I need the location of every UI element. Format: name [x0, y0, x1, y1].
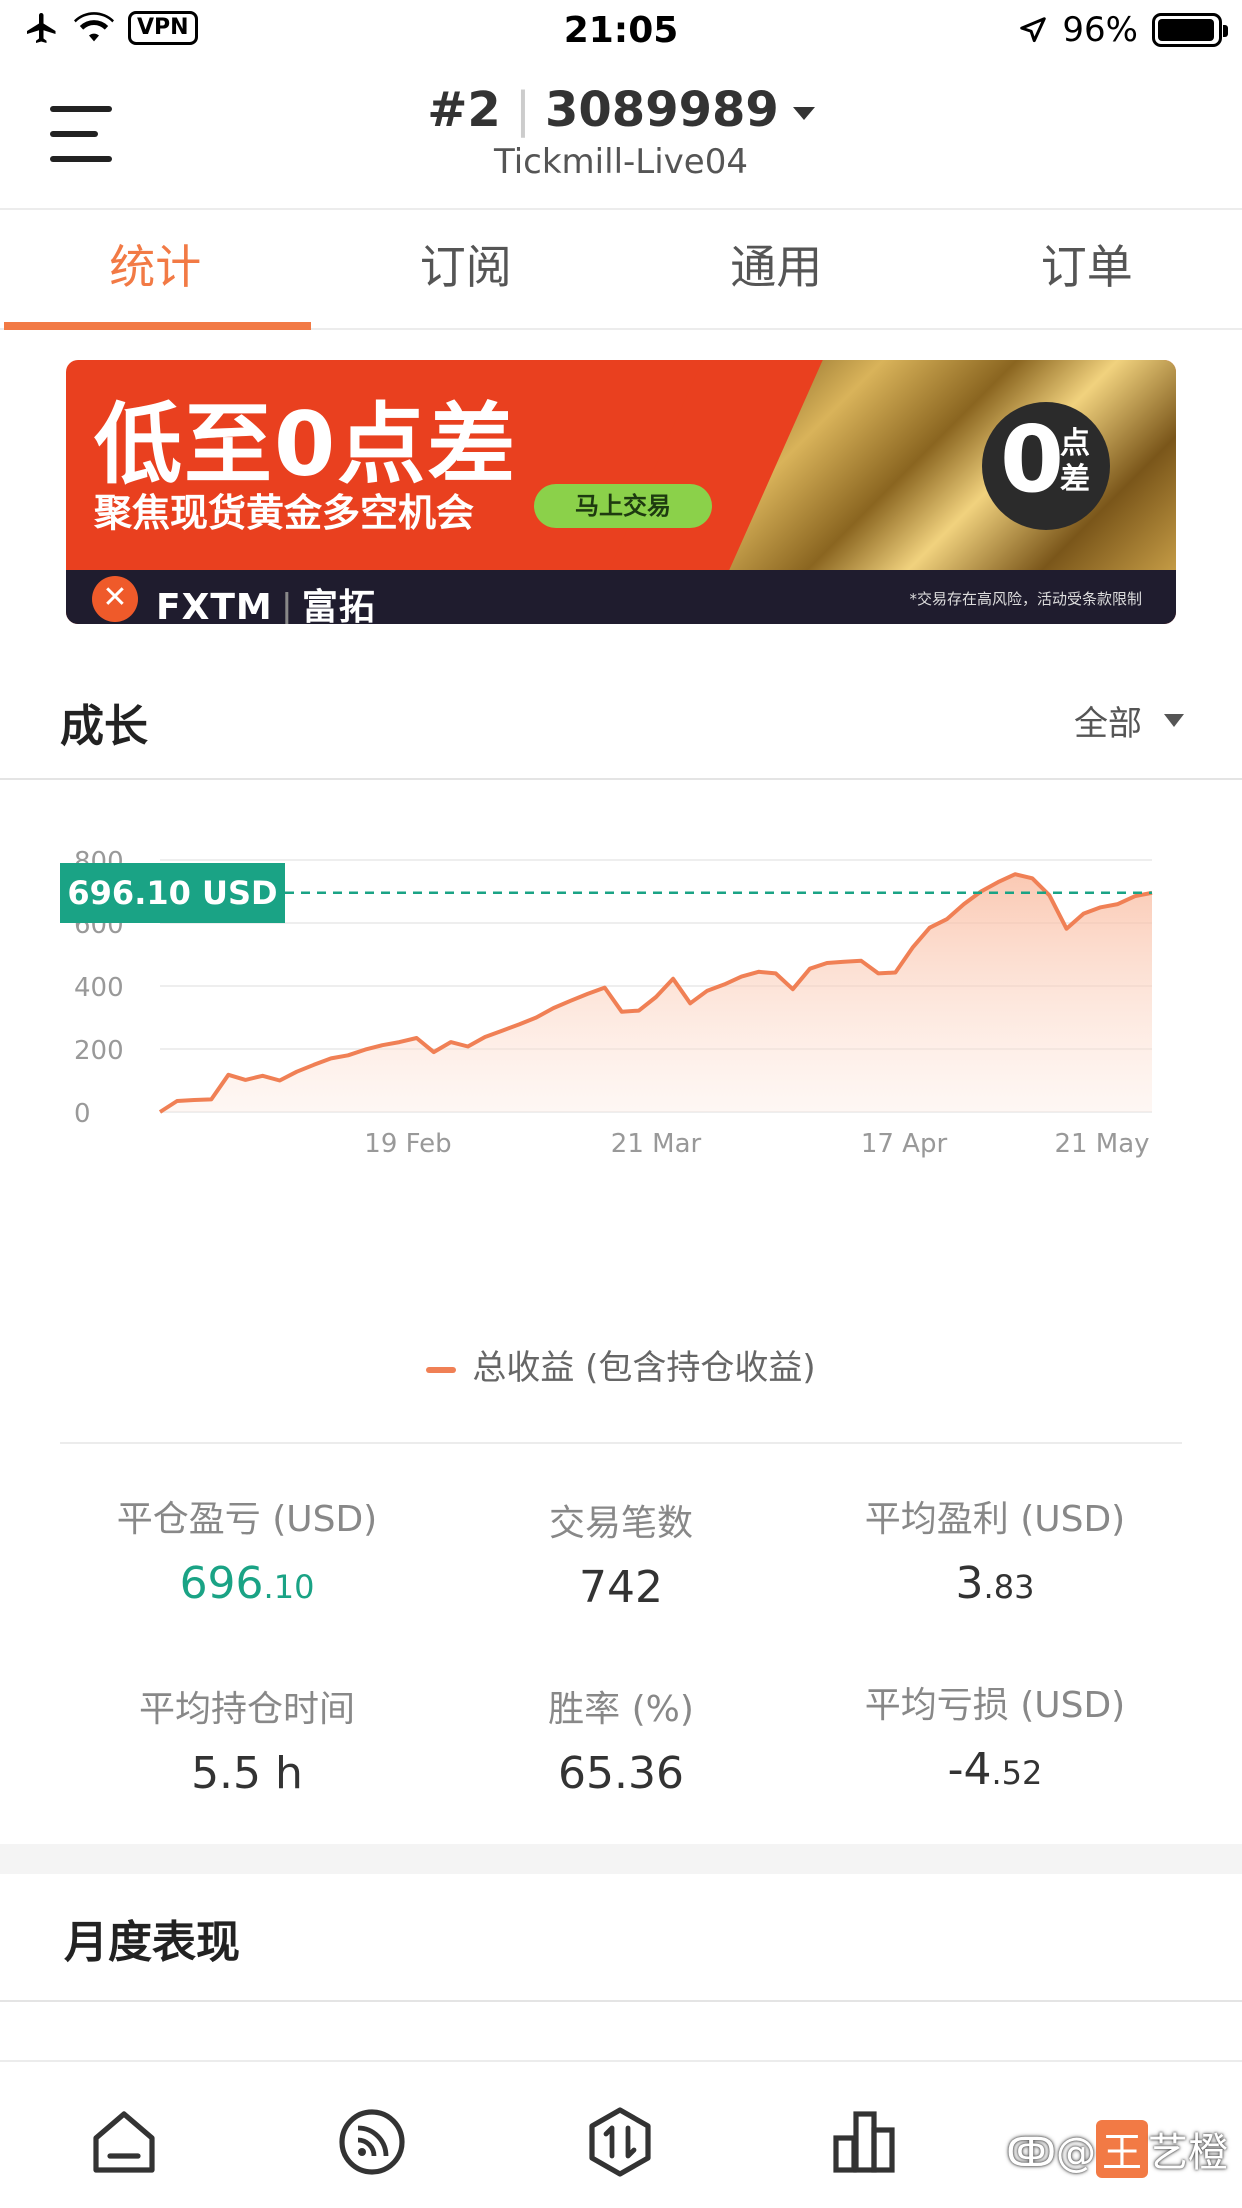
nav-stats[interactable]	[826, 2102, 906, 2182]
x-tick-label: 17 Apr	[861, 1129, 948, 1159]
growth-filter-dropdown[interactable]: 全部	[1074, 696, 1184, 745]
x-tick-label: 21 May	[1054, 1129, 1149, 1159]
y-tick-label: 400	[74, 973, 124, 1003]
current-value-tag: 696.10 USD	[60, 862, 285, 923]
stat-avg-loss: 平均亏损 (USD) -4.52	[788, 1676, 1202, 1795]
battery-fill	[1158, 19, 1214, 41]
stat-value: 696.10	[40, 1558, 454, 1609]
legend-label: 总收益 (包含持仓收益)	[472, 1348, 816, 1388]
stat-trade-count: 交易笔数 742	[414, 1494, 828, 1613]
stat-int: -4	[947, 1744, 992, 1795]
brand-latin: FXTM	[156, 587, 273, 624]
stat-value: 3.83	[788, 1558, 1202, 1609]
zero-spread-badge: 0 点差	[982, 402, 1110, 530]
divider	[0, 2000, 1242, 2002]
nav-home[interactable]	[84, 2102, 164, 2182]
y-tick-label: 200	[74, 1036, 124, 1066]
stat-win-rate: 胜率 (%) 65.36	[414, 1680, 828, 1799]
bar-chart-icon	[833, 2111, 895, 2173]
watermark-rest: 艺橙	[1148, 2130, 1228, 2176]
signal-feed-icon	[339, 2109, 405, 2175]
battery-percent: 96%	[1062, 10, 1138, 50]
stat-label: 胜率 (%)	[548, 1689, 694, 1730]
section-gap	[0, 1844, 1242, 1874]
fxtm-logo-icon: ✕	[92, 576, 138, 622]
stat-value: -4.52	[788, 1744, 1202, 1795]
account-number: 3089989	[545, 82, 779, 138]
watermark-prefix: @	[1056, 2130, 1096, 2176]
brand-chinese: 富拓	[301, 587, 376, 624]
growth-header: 成长 全部	[0, 656, 1242, 780]
badge-small: 点差	[1060, 426, 1090, 497]
stat-int: 5.5 h	[191, 1748, 303, 1799]
tab-orders[interactable]: 订单	[932, 210, 1242, 328]
watermark-box: 王	[1096, 2120, 1148, 2178]
app-header: #2 | 3089989 Tickmill-Live04	[0, 62, 1242, 210]
growth-filter-label: 全部	[1074, 704, 1142, 744]
trade-icon	[589, 2107, 651, 2177]
stat-int: 696	[179, 1558, 264, 1609]
tab-subscribe[interactable]: 订阅	[311, 210, 622, 328]
tab-statistics[interactable]: 统计	[0, 210, 311, 330]
caret-down-icon	[792, 106, 815, 120]
stat-value: 742	[414, 1562, 828, 1613]
stat-avg-profit: 平均盈利 (USD) 3.83	[788, 1490, 1202, 1609]
banner-subline: 聚焦现货黄金多空机会	[94, 491, 475, 535]
battery-icon	[1152, 13, 1228, 47]
nav-signals[interactable]	[332, 2102, 412, 2182]
stat-label: 平均亏损 (USD)	[864, 1685, 1126, 1726]
tab-general[interactable]: 通用	[621, 210, 932, 328]
y-tick-label: 0	[74, 1099, 91, 1129]
brand-separator: |	[280, 587, 294, 624]
stat-label: 平均盈利 (USD)	[864, 1499, 1126, 1540]
x-tick-label: 19 Feb	[364, 1129, 451, 1159]
x-tick-label: 21 Mar	[611, 1129, 702, 1159]
account-server: Tickmill-Live04	[494, 142, 748, 182]
home-icon	[93, 2111, 155, 2173]
stat-int: 65.36	[558, 1748, 684, 1799]
location-arrow-icon	[1020, 17, 1047, 43]
account-separator: |	[514, 82, 531, 138]
caret-down-icon	[1164, 714, 1184, 727]
stat-int: 3	[955, 1558, 984, 1609]
banner-cta-button[interactable]: 马上交易	[534, 484, 712, 528]
monthly-performance-title: 月度表现	[64, 1917, 240, 1968]
banner-footer: ✕ FXTM | 富拓 *交易存在高风险，活动受条款限制	[66, 570, 1176, 624]
weibo-icon: ↂ	[1006, 2130, 1056, 2176]
status-right: 96%	[1018, 10, 1228, 50]
series-area	[160, 874, 1152, 1112]
chart-legend: 总收益 (包含持仓收益)	[0, 1340, 1242, 1389]
stat-frac: .83	[983, 1568, 1035, 1606]
stat-value: 65.36	[414, 1748, 828, 1799]
account-selector[interactable]: #2 | 3089989	[0, 82, 1242, 138]
risk-note: *交易存在高风险，活动受条款限制	[909, 590, 1142, 608]
stat-label: 平均持仓时间	[138, 1689, 355, 1730]
growth-chart-svg: 800600400200019 Feb21 Mar17 Apr21 May	[74, 847, 1153, 1159]
account-index: #2	[427, 82, 501, 138]
stat-value: 5.5 h	[40, 1748, 454, 1799]
badge-big: 0	[1000, 406, 1065, 513]
growth-title: 成长	[60, 701, 148, 752]
stat-frac: .52	[991, 1754, 1043, 1792]
stat-frac: .10	[263, 1568, 315, 1606]
status-bar: VPN 21:05 96%	[0, 0, 1242, 62]
stat-label: 平仓盈亏 (USD)	[116, 1499, 378, 1540]
stat-label: 交易笔数	[548, 1503, 693, 1544]
watermark: ↂ@ 王艺橙	[1006, 2120, 1228, 2178]
bottom-nav: ↂ@ 王艺橙	[0, 2060, 1242, 2208]
stat-int: 742	[579, 1562, 663, 1613]
divider	[60, 1442, 1182, 1444]
brand-name: FXTM | 富拓	[156, 578, 376, 624]
promo-banner[interactable]: 低至0点差 聚焦现货黄金多空机会 马上交易 0 点差 ✕ FXTM | 富拓 *交易…	[66, 360, 1176, 624]
growth-chart: 800600400200019 Feb21 Mar17 Apr21 May 69…	[0, 782, 1242, 1282]
stat-avg-hold-time: 平均持仓时间 5.5 h	[40, 1680, 454, 1799]
legend-swatch	[426, 1366, 457, 1373]
stat-closed-pnl: 平仓盈亏 (USD) 696.10	[40, 1490, 454, 1609]
tab-bar: 统计 订阅 通用 订单	[0, 210, 1242, 330]
nav-trade[interactable]	[580, 2102, 660, 2182]
